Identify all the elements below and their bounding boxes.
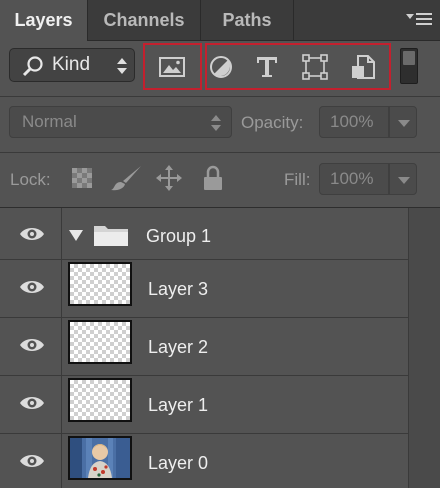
eye-icon <box>20 228 44 240</box>
eye-icon <box>20 455 44 467</box>
layer-row-group-1[interactable]: Group 1 <box>0 208 408 260</box>
eye-icon <box>20 281 44 293</box>
visibility-toggle[interactable] <box>0 208 62 259</box>
type-layer-filter-icon[interactable] <box>252 52 282 82</box>
visibility-toggle[interactable] <box>0 260 62 317</box>
layer-name[interactable]: Layer 0 <box>148 453 208 474</box>
panel-menu-icon[interactable] <box>406 10 432 30</box>
chevron-down-icon <box>398 177 410 184</box>
layer-row-layer-0[interactable]: Layer 0 <box>0 434 408 488</box>
adjustment-layer-filter-icon[interactable] <box>206 52 236 82</box>
folder-icon <box>94 226 128 246</box>
opacity-label: Opacity: <box>241 113 304 132</box>
layer-row-layer-1[interactable]: Layer 1 <box>0 376 408 434</box>
eye-icon <box>20 397 44 409</box>
layer-name[interactable]: Layer 2 <box>148 337 208 358</box>
layer-thumbnail <box>68 320 132 364</box>
opacity-input[interactable]: 100% <box>319 106 389 138</box>
visibility-toggle[interactable] <box>0 318 62 375</box>
layer-photo-thumbnail <box>68 436 132 480</box>
panel-tab-bar: Layers Channels Paths <box>0 0 440 41</box>
search-icon <box>22 56 43 77</box>
select-stepper-icon <box>211 115 221 131</box>
layer-row-layer-2[interactable]: Layer 2 <box>0 318 408 376</box>
tab-paths[interactable]: Paths <box>201 0 293 40</box>
lock-all-icon[interactable] <box>202 164 224 192</box>
layers-scrollbar[interactable] <box>408 208 440 488</box>
layer-name[interactable]: Group 1 <box>146 226 211 247</box>
blend-mode-select[interactable]: Normal <box>9 106 232 138</box>
visibility-toggle[interactable] <box>0 434 62 488</box>
fill-value: 100% <box>330 169 374 188</box>
filter-toggle-switch[interactable] <box>400 48 418 84</box>
lock-label: Lock: <box>10 170 51 189</box>
layer-name[interactable]: Layer 3 <box>148 279 208 300</box>
fill-label: Fill: <box>284 170 311 189</box>
fill-input[interactable]: 100% <box>319 163 389 195</box>
shape-layer-filter-icon[interactable] <box>300 52 330 82</box>
tab-channels[interactable]: Channels <box>88 0 200 40</box>
divider <box>0 152 440 153</box>
smart-object-filter-icon[interactable] <box>348 52 378 82</box>
lock-transparent-pixels-icon[interactable] <box>70 166 94 190</box>
fill-dropdown-button[interactable] <box>389 163 417 195</box>
chevron-down-icon <box>398 120 410 127</box>
lock-position-icon[interactable] <box>155 164 183 192</box>
filter-kind-label: Kind <box>52 54 91 75</box>
disclosure-triangle-icon[interactable] <box>68 228 84 242</box>
toggle-knob <box>403 51 415 65</box>
select-stepper-icon <box>117 58 127 74</box>
lock-image-pixels-icon[interactable] <box>109 164 143 192</box>
pixel-layer-filter-icon[interactable] <box>157 52 187 82</box>
layer-thumbnail <box>68 262 132 306</box>
opacity-value: 100% <box>330 112 374 131</box>
blend-mode-value: Normal <box>22 112 77 131</box>
divider <box>0 96 440 97</box>
layer-name[interactable]: Layer 1 <box>148 395 208 416</box>
tab-divider <box>293 0 294 40</box>
layer-thumbnail <box>68 378 132 422</box>
eye-icon <box>20 339 44 351</box>
visibility-toggle[interactable] <box>0 376 62 433</box>
tab-layers[interactable]: Layers <box>0 0 88 41</box>
layer-row-layer-3[interactable]: Layer 3 <box>0 260 408 318</box>
filter-kind-select[interactable]: Kind <box>9 48 135 82</box>
opacity-dropdown-button[interactable] <box>389 106 417 138</box>
